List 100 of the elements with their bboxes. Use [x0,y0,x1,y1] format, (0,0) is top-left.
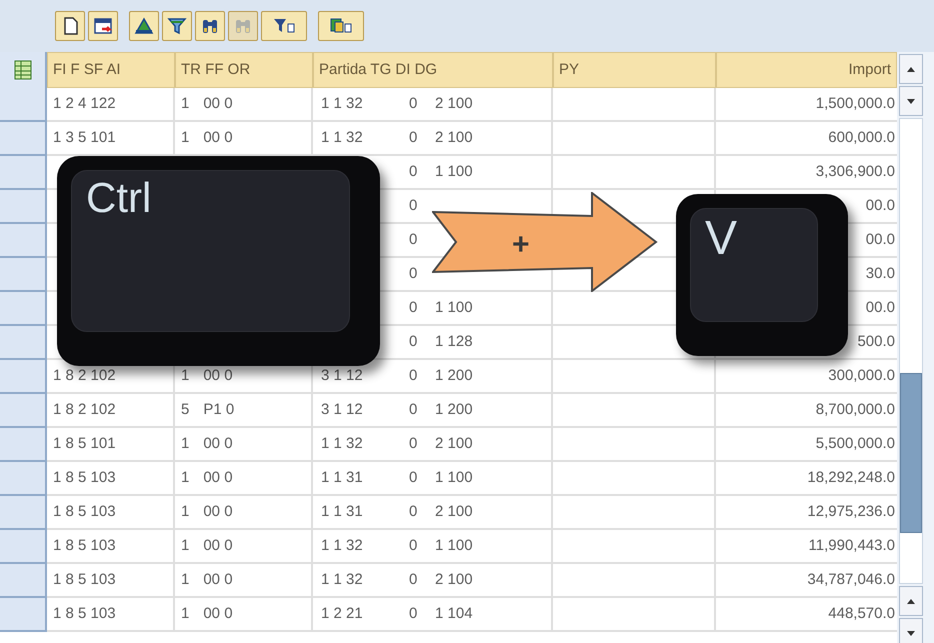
scroll-up-button[interactable] [899,54,923,84]
row-selector[interactable] [0,428,47,462]
table-cell-text: 1 2 4 122 [53,94,116,114]
table-cell-text: 1 8 2 102 [53,400,116,420]
table-cell: 0 [409,128,418,146]
table-cell: 3 1 12 [321,366,363,384]
table-cell-text: 1 8 5 103 [53,468,116,488]
table-cell-text: 00 0 [203,604,233,624]
table-cell: 0 [409,230,418,248]
row-selector[interactable] [0,190,47,224]
table-cell-text: 448,570.0 [828,604,895,624]
table-cell-text: 00 0 [203,94,233,114]
table-cell-text: 1 8 5 103 [53,604,116,624]
row-selector[interactable] [0,360,47,394]
row-selector[interactable] [0,496,47,530]
plus-sign: + [512,230,530,260]
table-cell: 1 100 [435,536,473,554]
table-cell: 1 1 32 [321,94,363,112]
table-cell: 1 128 [435,332,473,350]
funnel-icon [167,16,187,36]
table-cell: 1 100 [435,162,473,180]
scroll-down-button[interactable] [899,86,923,116]
column-header[interactable]: TR FF OR [175,52,313,88]
table-cell: 0 [409,366,418,384]
row-selector[interactable] [0,462,47,496]
table-cell-text: 00 0 [203,366,233,386]
caret-down-icon [907,98,915,104]
table-cell: 2 100 [435,502,473,520]
table-cell: 1 1 32 [321,536,363,554]
row-selector[interactable] [0,122,47,156]
table-cell: 1 100 [435,298,473,316]
toolbar-button[interactable] [129,11,159,41]
key-label: V [705,212,738,265]
toolbar-button[interactable] [261,11,307,41]
table-cell: 1 1 32 [321,128,363,146]
table-cell-text: 1 8 5 103 [53,536,116,556]
toolbar-button[interactable] [88,11,118,41]
row-selector[interactable] [0,564,47,598]
caret-up-icon [907,66,915,72]
table-cell: 1 200 [435,400,473,418]
table-cell-text: 1 8 5 103 [53,502,116,522]
column-header[interactable]: FI F SF AI [47,52,175,88]
table-cell-text: 18,292,248.0 [807,468,895,488]
table-cell: 0 [409,94,418,112]
table-cell: 1 2 21 [321,604,363,622]
table-cell-text: 30.0 [866,264,895,284]
row-selector[interactable] [0,394,47,428]
row-selector[interactable] [0,88,47,122]
scroll-up-button[interactable] [899,586,923,616]
table-cell: 2 100 [435,434,473,452]
row-selector[interactable] [0,258,47,292]
column-header[interactable]: Import [716,52,897,88]
table-cell-text: 1 [181,128,190,148]
table-cell-text: 8,700,000.0 [816,400,895,420]
table-cell-text: 1 [181,570,190,590]
column-header[interactable]: Partida TG DI DG [313,52,553,88]
row-selector[interactable] [0,224,47,258]
scroll-track[interactable] [899,118,923,584]
caret-up-icon [907,598,915,604]
table-cell: 0 [409,162,418,180]
table-cell-text: 34,787,046.0 [807,570,895,590]
caret-down-icon [907,630,915,636]
toolbar-button[interactable] [55,11,85,41]
row-selector[interactable] [0,292,47,326]
table-cell-text: 00 0 [203,128,233,148]
table-cell-text: 1 [181,502,190,522]
table-cell: 1 1 31 [321,502,363,520]
scroll-down-button[interactable] [899,618,923,643]
triangle-icon [134,16,154,36]
table-cell: 3 1 12 [321,400,363,418]
table-cell-text: 00.0 [866,196,895,216]
table-cell-text: 1 [181,434,190,454]
table-cell: 2 100 [435,570,473,588]
table-cell-text: 00 0 [203,536,233,556]
table-cell: 2 100 [435,128,473,146]
scroll-thumb[interactable] [900,373,922,533]
table-cell-text: 1 [181,536,190,556]
table-cell-text: 00 0 [203,468,233,488]
column-header[interactable]: PY [553,52,716,88]
table-cell-text: 1 [181,468,190,488]
row-selector[interactable] [0,598,47,632]
row-selector[interactable] [0,530,47,564]
table-cell-text: 600,000.0 [828,128,895,148]
table-cell: 0 [409,502,418,520]
table-cell: 1 1 32 [321,434,363,452]
table-cell: 2 100 [435,94,473,112]
table-cell-text: 1 8 2 102 [53,366,116,386]
table-cell-text: 3,306,900.0 [816,162,895,182]
row-selector[interactable] [0,326,47,360]
table-cell-text: 1 3 5 101 [53,128,116,148]
table-cell-text: 11,990,443.0 [808,536,895,556]
toolbar-button[interactable] [318,11,364,41]
table-cell-text: 1 [181,604,190,624]
table-cell-text: 500.0 [857,332,895,352]
row-selector[interactable] [0,156,47,190]
toolbar-button[interactable] [162,11,192,41]
table-cell-text: 1 8 5 101 [53,434,116,454]
table-cell: 0 [409,570,418,588]
table-cell-text: 00 0 [203,434,233,454]
toolbar-button[interactable] [195,11,225,41]
